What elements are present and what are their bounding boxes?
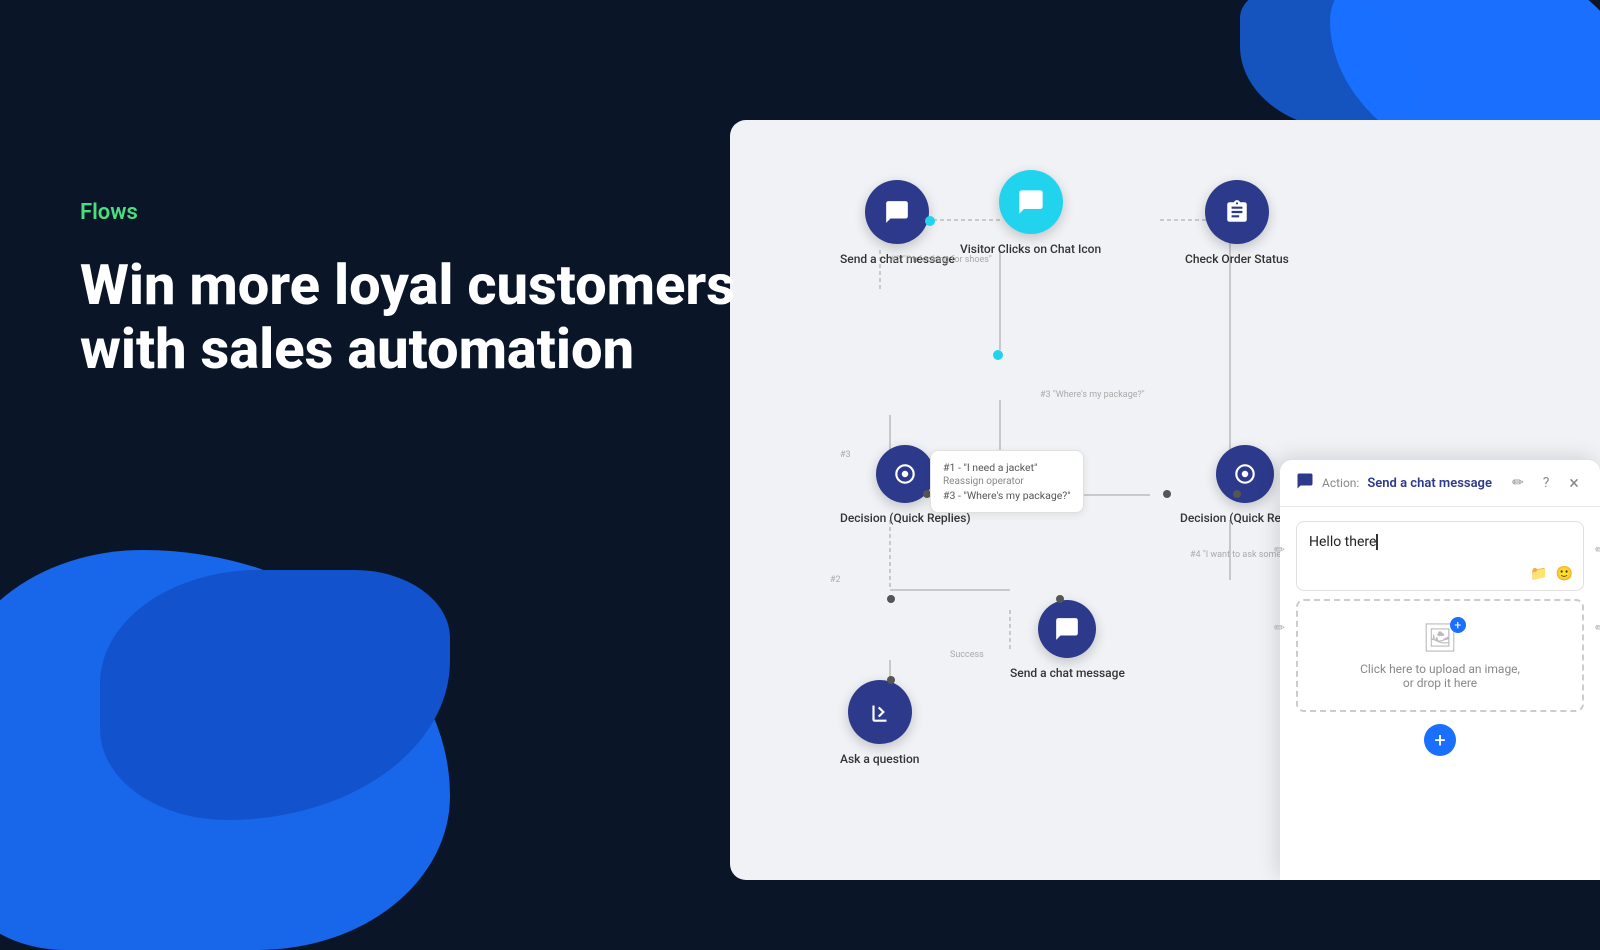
upload-plus-badge: + xyxy=(1450,617,1466,633)
check-order-label: Check Order Status xyxy=(1185,252,1289,266)
send-chat-bottom-label: Send a chat message xyxy=(1010,666,1125,680)
message-text-content: Hello there xyxy=(1309,534,1376,550)
add-button[interactable]: + xyxy=(1424,724,1456,756)
decision2-icon xyxy=(1216,445,1274,503)
edit-icon-right[interactable]: ✏ xyxy=(1595,543,1600,558)
action-name-text: Send a chat message xyxy=(1367,476,1492,491)
dot-4 xyxy=(1163,490,1171,498)
left-content: Flows Win more loyal customers with sale… xyxy=(80,200,735,382)
emoji-icon[interactable]: 🙂 xyxy=(1556,566,1573,582)
flows-label: Flows xyxy=(80,200,735,225)
action-panel-chat-icon xyxy=(1296,472,1314,494)
image-upload-text-line2: or drop it here xyxy=(1403,676,1477,690)
ask-question-icon xyxy=(848,680,912,744)
node-visitor-click[interactable]: Visitor Clicks on Chat Icon xyxy=(960,170,1101,256)
edge-label-success: Success xyxy=(950,650,984,660)
headline: Win more loyal customers with sales auto… xyxy=(80,253,735,382)
decision-item-1: #1 - "I need a jacket" xyxy=(943,461,1071,474)
node-check-order[interactable]: Check Order Status xyxy=(1185,180,1289,266)
edit-icon-upload-right[interactable]: ✏ xyxy=(1595,621,1600,636)
message-box[interactable]: Hello there 📁 🙂 xyxy=(1296,521,1584,591)
dot-5 xyxy=(1233,490,1241,498)
message-text: Hello there xyxy=(1309,534,1571,550)
dot-1 xyxy=(925,216,935,226)
dot-6 xyxy=(1056,595,1064,603)
help-icon[interactable]: ? xyxy=(1536,473,1556,493)
decision-popup: #1 - "I need a jacket" Reassign operator… xyxy=(930,450,1084,513)
action-panel-header: Action: Send a chat message ✏ ? × xyxy=(1280,460,1600,507)
image-upload-area[interactable]: 🖼 + Click here to upload an image, or dr… xyxy=(1296,599,1584,712)
headline-line1: Win more loyal customers xyxy=(80,252,735,318)
dot-8 xyxy=(887,676,895,684)
edge-label-2: #3 "Where's my package?" xyxy=(1040,390,1145,400)
ask-question-label: Ask a question xyxy=(840,752,919,766)
close-button[interactable]: × xyxy=(1564,473,1584,493)
node-ask-question[interactable]: Ask a question xyxy=(840,680,919,766)
image-upload-text-line1: Click here to upload an image, xyxy=(1360,662,1520,676)
main-panel: Visitor Clicks on Chat Icon Send a chat … xyxy=(730,120,1600,880)
action-panel-title: Action: Send a chat message xyxy=(1296,472,1492,494)
decision-item-3: #3 - "Where's my package?" xyxy=(943,489,1071,502)
folder-icon[interactable]: 📁 xyxy=(1530,566,1547,582)
dot-7 xyxy=(887,595,895,603)
send-chat-top-icon xyxy=(865,180,929,244)
edge-label-1: #2 "I'm looking for shoes" xyxy=(890,255,992,265)
edge-label-5: #3 xyxy=(840,450,851,460)
text-cursor xyxy=(1376,534,1378,550)
message-box-icons: 📁 🙂 xyxy=(1530,566,1573,582)
edit-icon-upload-left[interactable]: ✏ xyxy=(1274,621,1285,636)
edit-icon[interactable]: ✏ xyxy=(1508,473,1528,493)
dot-2 xyxy=(993,350,1003,360)
edit-icon-left[interactable]: ✏ xyxy=(1274,543,1285,558)
action-panel-icons: ✏ ? × xyxy=(1508,473,1584,493)
visitor-click-label: Visitor Clicks on Chat Icon xyxy=(960,242,1101,256)
check-order-icon xyxy=(1205,180,1269,244)
action-label-text: Action: xyxy=(1322,476,1359,490)
edge-label-4: #2 xyxy=(830,575,841,585)
visitor-click-icon xyxy=(999,170,1063,234)
image-upload-icon: 🖼 + xyxy=(1422,621,1458,654)
headline-line2: with sales automation xyxy=(80,316,634,382)
send-chat-bottom-icon xyxy=(1038,600,1096,658)
action-panel: Action: Send a chat message ✏ ? × ✏ Hell… xyxy=(1280,460,1600,880)
decision1-label: Decision (Quick Replies) xyxy=(840,511,971,525)
node-send-chat-top[interactable]: Send a chat message xyxy=(840,180,955,266)
node-send-chat-bottom[interactable]: Send a chat message xyxy=(1010,600,1125,680)
decision-item-reassign: Reassign operator xyxy=(943,476,1071,487)
